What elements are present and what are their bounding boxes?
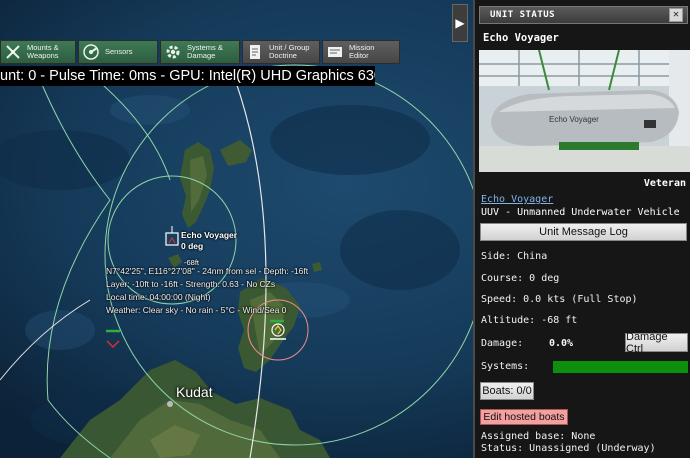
systems-damage-button[interactable]: Systems & Damage xyxy=(160,40,240,64)
unit-message-log-button[interactable]: Unit Message Log xyxy=(480,223,687,241)
unit-toolbar: Mounts & Weapons Sensors Systems & Damag… xyxy=(0,40,405,66)
status-bar: unt: 0 - Pulse Time: 0ms - GPU: Intel(R)… xyxy=(0,66,375,86)
unit-label: Echo Voyager xyxy=(181,230,238,240)
unit-type: UUV - Unmanned Underwater Vehicle xyxy=(481,207,680,218)
speed-row: Speed: 0.0 kts (Full Stop) xyxy=(481,294,638,305)
unit-heading: 0 deg xyxy=(181,241,204,251)
damage-control-button[interactable]: Damage Ctrl xyxy=(625,331,688,355)
status-row: Status: Unassigned (Underway) xyxy=(481,443,656,454)
sensors-button[interactable]: Sensors xyxy=(78,40,158,64)
unit-rank: Veteran xyxy=(643,178,686,189)
document-icon xyxy=(246,43,264,61)
info-line-position: N7°42'25", E116°27'08" - 24nm from sel -… xyxy=(106,266,309,276)
svg-text:Echo Voyager: Echo Voyager xyxy=(549,115,599,124)
edit-hosted-boats-button[interactable]: Edit hosted boats xyxy=(480,409,568,425)
unit-class-link[interactable]: Echo Voyager xyxy=(481,194,553,205)
side-row: Side: China xyxy=(481,251,548,262)
unit-name: Echo Voyager xyxy=(483,32,559,44)
place-label-kudat: Kudat xyxy=(176,384,213,400)
damage-label: Damage: xyxy=(481,338,524,349)
chevron-right-icon: ▶ xyxy=(455,16,465,30)
course-row: Course: 0 deg xyxy=(481,273,560,284)
collapse-panel-button[interactable]: ▶ xyxy=(452,4,468,42)
panel-header: UNIT STATUS ✕ xyxy=(479,6,688,24)
unit-photo: Echo Voyager xyxy=(479,50,690,172)
assigned-base-row: Assigned base: None xyxy=(481,431,596,442)
mission-editor-label: Mission Editor xyxy=(349,43,375,60)
crossed-weapons-icon xyxy=(4,43,22,61)
boats-button[interactable]: Boats: 0/0 xyxy=(480,382,534,400)
mounts-weapons-label: Mounts & Weapons xyxy=(27,43,59,60)
mounts-weapons-button[interactable]: Mounts & Weapons xyxy=(0,40,76,64)
radar-icon xyxy=(82,43,100,61)
unit-group-doctrine-button[interactable]: Unit / Group Doctrine xyxy=(242,40,320,64)
close-icon[interactable]: ✕ xyxy=(669,8,683,22)
systems-health-bar xyxy=(553,361,688,373)
altitude-row: Altitude: -68 ft xyxy=(481,315,578,326)
unit-status-panel: UNIT STATUS ✕ Echo Voyager Echo Voyager … xyxy=(473,0,690,458)
panel-title: UNIT STATUS xyxy=(490,10,556,20)
unit-group-doctrine-label: Unit / Group Doctrine xyxy=(269,43,310,60)
kudat-town-dot xyxy=(167,401,173,407)
sensors-label: Sensors xyxy=(105,47,133,56)
gear-icon xyxy=(164,43,182,61)
mission-editor-button[interactable]: Mission Editor xyxy=(322,40,400,64)
damage-value: 0.0% xyxy=(549,338,574,349)
info-line-time: Local time: 04:00:00 (Night) xyxy=(106,292,211,302)
info-line-layer: Layer: -10ft to -16ft - Strength: 0.63 -… xyxy=(106,279,276,289)
mission-editor-icon xyxy=(326,43,344,61)
systems-damage-label: Systems & Damage xyxy=(187,43,223,60)
systems-label: Systems: xyxy=(481,361,530,372)
info-line-weather: Weather: Clear sky - No rain - 5°C - Win… xyxy=(106,305,287,315)
